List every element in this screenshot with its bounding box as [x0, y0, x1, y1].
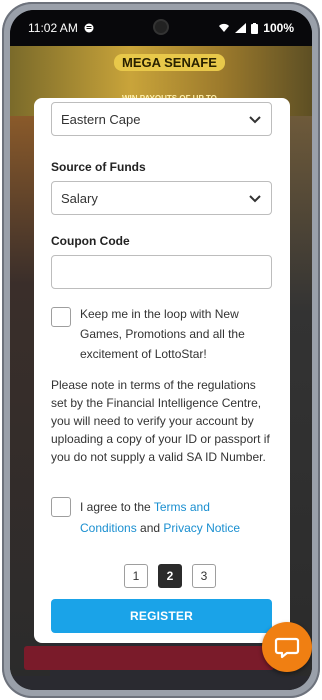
status-time: 11:02 AM	[28, 21, 78, 35]
chat-bubble-icon	[274, 637, 300, 659]
page-button-1[interactable]: 1	[124, 564, 148, 588]
registration-modal: Eastern Cape Source of Funds Salary Coup…	[34, 98, 290, 643]
screen: 11:02 AM 100% MEGA SENAFE WIN PAYOUTS OF…	[10, 10, 312, 690]
page-button-2[interactable]: 2	[158, 564, 182, 588]
terms-checkbox[interactable]	[51, 497, 71, 517]
promo-banner-title: MEGA SENAFE	[114, 54, 225, 71]
pagination: 1 2 3	[124, 564, 216, 588]
page-button-3[interactable]: 3	[192, 564, 216, 588]
coupon-code-input[interactable]	[51, 255, 272, 289]
register-button[interactable]: REGISTER	[51, 599, 272, 633]
source-of-funds-value: Salary	[61, 190, 98, 206]
newsletter-text-line: Keep me in the loop with New	[80, 307, 239, 321]
terms-link[interactable]: Terms and	[154, 500, 210, 514]
privacy-notice-link[interactable]: Privacy Notice	[163, 521, 240, 535]
phone-frame: 11:02 AM 100% MEGA SENAFE WIN PAYOUTS OF…	[2, 2, 320, 698]
terms-and: and	[136, 521, 164, 535]
terms-link-continued[interactable]: Conditions	[80, 521, 137, 535]
status-right: 100%	[218, 21, 294, 35]
source-of-funds-select[interactable]: Salary	[51, 181, 272, 215]
province-select-value: Eastern Cape	[61, 111, 141, 127]
coupon-code-label: Coupon Code	[51, 234, 130, 248]
notification-icon	[84, 23, 94, 33]
terms-text: I agree to the Terms and Conditions and …	[80, 497, 270, 539]
battery-level: 100%	[263, 21, 294, 35]
chat-button[interactable]	[262, 622, 312, 672]
chevron-down-icon	[249, 195, 261, 203]
newsletter-text-line: excitement of LottoStar!	[80, 347, 207, 361]
source-of-funds-label: Source of Funds	[51, 160, 146, 174]
camera-hole	[155, 21, 167, 33]
newsletter-checkbox[interactable]	[51, 307, 71, 327]
status-left: 11:02 AM	[28, 21, 94, 35]
terms-prefix: I agree to the	[80, 500, 154, 514]
wifi-icon	[219, 23, 230, 32]
newsletter-text: Keep me in the loop with New Games, Prom…	[80, 304, 245, 364]
newsletter-text-line: Games, Promotions and all the	[80, 327, 245, 341]
status-bar: 11:02 AM 100%	[10, 10, 312, 46]
fica-notice: Please note in terms of the regulations …	[51, 378, 270, 464]
province-select[interactable]: Eastern Cape	[51, 102, 272, 136]
chevron-down-icon	[249, 116, 261, 124]
battery-icon	[251, 22, 259, 34]
background-bottom-bar	[24, 646, 274, 670]
signal-icon	[235, 23, 247, 33]
